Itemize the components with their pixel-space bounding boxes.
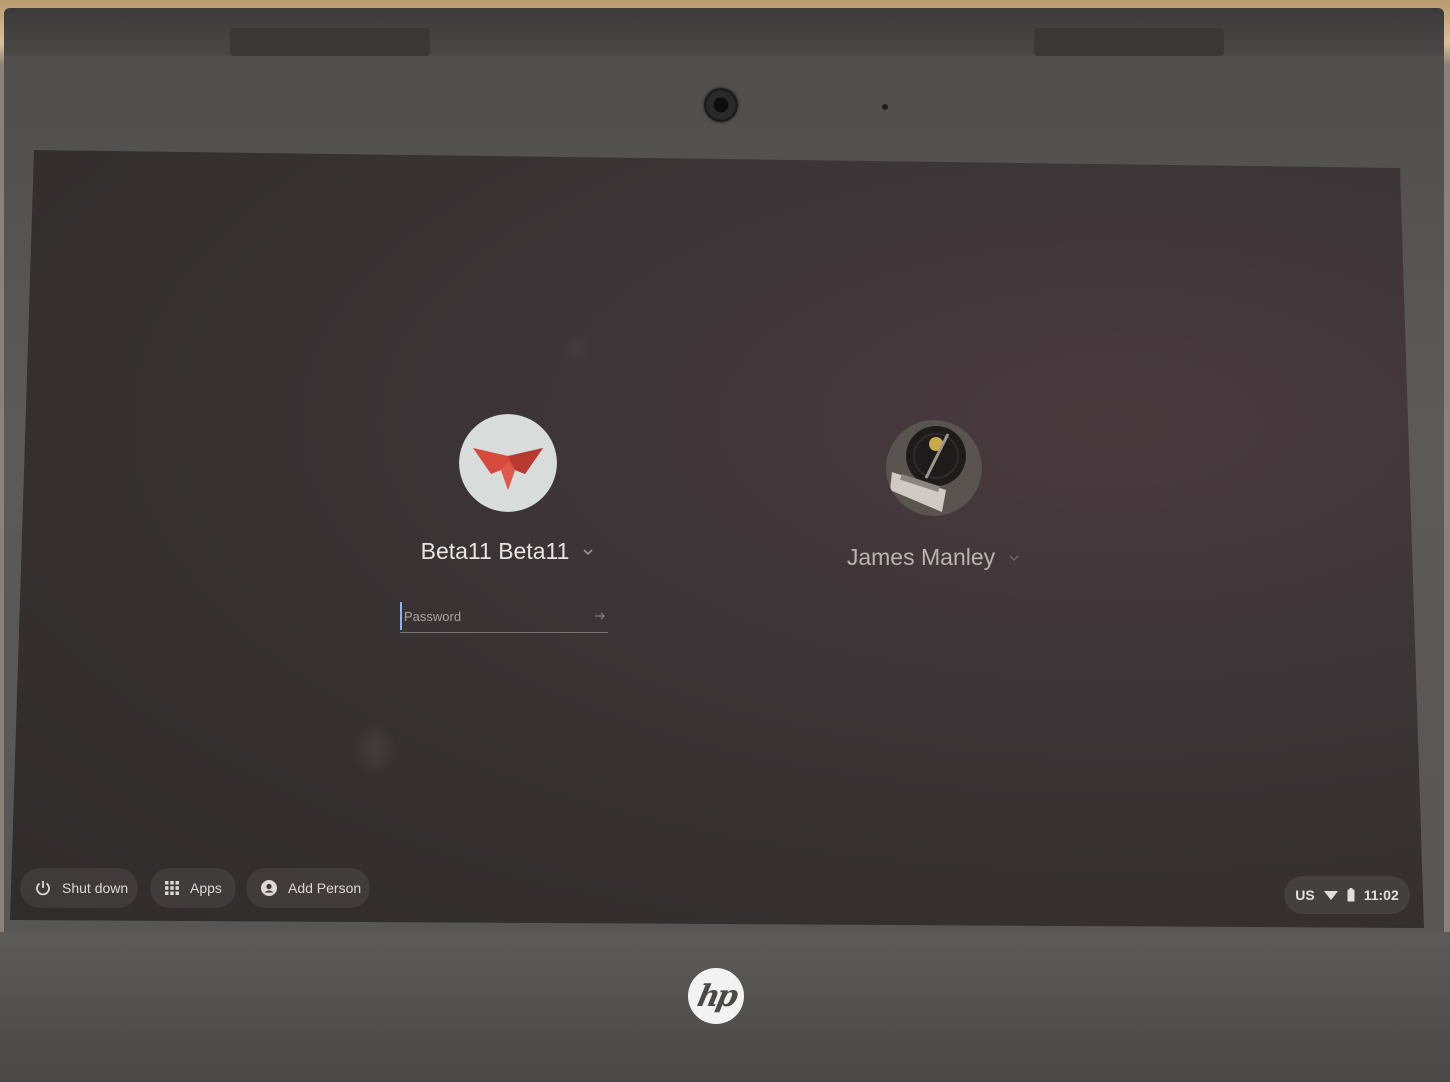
user-name: Beta11 Beta11 bbox=[420, 538, 570, 564]
add-person-icon bbox=[261, 880, 277, 896]
status-tray[interactable]: US 11:02 bbox=[1284, 876, 1410, 914]
submit-arrow-icon[interactable] bbox=[592, 608, 608, 624]
screen-smudge bbox=[570, 340, 584, 356]
screen-smudge bbox=[360, 730, 390, 770]
chevron-down-icon[interactable] bbox=[1007, 551, 1021, 565]
apps-grid-icon bbox=[165, 881, 179, 895]
user-pod-james-manley[interactable]: James Manley bbox=[842, 420, 1026, 571]
login-screen bbox=[10, 150, 1424, 928]
hp-logo: hp bbox=[688, 968, 744, 1024]
power-icon bbox=[36, 881, 50, 896]
add-person-button[interactable]: Add Person bbox=[246, 868, 370, 908]
password-field bbox=[400, 602, 608, 633]
camera-light-indicator bbox=[882, 104, 888, 110]
shutdown-button[interactable]: Shut down bbox=[20, 868, 138, 908]
user-pod-beta11[interactable]: Beta11 Beta11 bbox=[418, 414, 598, 565]
user-avatar[interactable] bbox=[459, 414, 557, 512]
apps-label: Apps bbox=[190, 880, 222, 896]
keyboard-layout: US bbox=[1295, 887, 1315, 903]
wifi-icon bbox=[1323, 891, 1338, 900]
clock-time: 11:02 bbox=[1363, 887, 1399, 903]
laptop-lid-edge bbox=[4, 8, 1444, 56]
lid-hinge-left bbox=[230, 28, 430, 56]
hp-logo-text: hp bbox=[693, 978, 739, 1014]
user-name: James Manley bbox=[846, 544, 996, 570]
user-avatar[interactable] bbox=[886, 420, 982, 516]
record-player-icon bbox=[886, 420, 982, 516]
shutdown-label: Shut down bbox=[62, 880, 129, 896]
chevron-down-icon[interactable] bbox=[581, 545, 595, 559]
lid-hinge-right bbox=[1034, 28, 1224, 56]
add-person-label: Add Person bbox=[288, 880, 362, 896]
webcam-icon bbox=[704, 88, 738, 122]
password-input[interactable] bbox=[400, 602, 586, 630]
apps-button[interactable]: Apps bbox=[150, 868, 236, 908]
red-origami-butterfly-icon bbox=[459, 414, 557, 512]
battery-icon bbox=[1347, 888, 1355, 902]
